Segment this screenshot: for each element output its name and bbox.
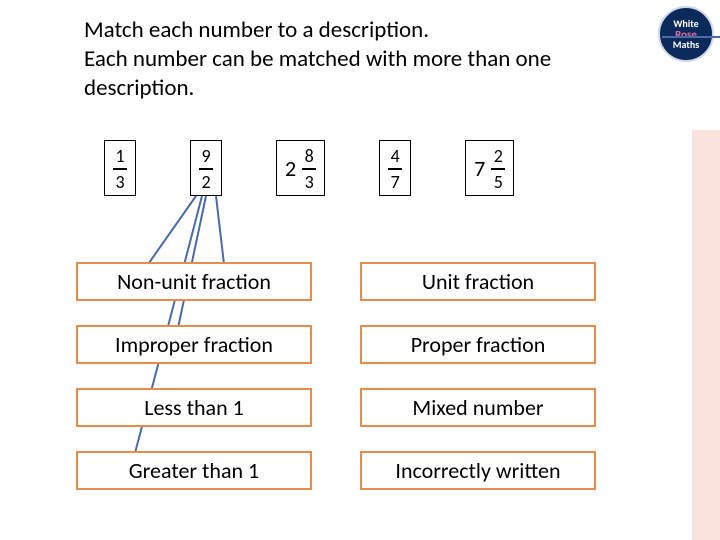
fraction-bar xyxy=(491,168,505,170)
fraction-bar xyxy=(113,168,127,170)
desc-less-than-1[interactable]: Less than 1 xyxy=(76,388,312,427)
desc-incorrectly-written[interactable]: Incorrectly written xyxy=(360,451,596,490)
desc-improper-fraction[interactable]: Improper fraction xyxy=(76,325,312,364)
fraction-3: 8 3 xyxy=(302,147,316,191)
fraction-4: 4 7 xyxy=(388,147,402,191)
fraction-2: 9 2 xyxy=(199,147,213,191)
logo-text-1: White xyxy=(673,19,698,29)
desc-non-unit-fraction[interactable]: Non-unit fraction xyxy=(76,262,312,301)
fraction-bar xyxy=(302,168,316,170)
fraction-box-5[interactable]: 7 2 5 xyxy=(465,140,514,196)
fraction-5: 2 5 xyxy=(491,147,505,191)
instruction-text: Match each number to a description. Each… xyxy=(84,16,624,102)
desc-unit-fraction[interactable]: Unit fraction xyxy=(360,262,596,301)
logo-text-3: Maths xyxy=(673,40,699,50)
instruction-line-2: Each number can be matched with more tha… xyxy=(84,45,624,103)
fraction-box-3[interactable]: 2 8 3 xyxy=(276,140,325,196)
desc-mixed-number[interactable]: Mixed number xyxy=(360,388,596,427)
fraction-box-1[interactable]: 1 3 xyxy=(104,140,136,196)
fraction-box-2[interactable]: 9 2 xyxy=(190,140,222,196)
whole-5: 7 xyxy=(474,155,485,182)
instruction-line-1: Match each number to a description. xyxy=(84,16,624,45)
fraction-row: 1 3 9 2 2 8 3 4 7 xyxy=(104,140,514,196)
desc-greater-than-1[interactable]: Greater than 1 xyxy=(76,451,312,490)
desc-proper-fraction[interactable]: Proper fraction xyxy=(360,325,596,364)
whole-3: 2 xyxy=(285,155,296,182)
fraction-bar xyxy=(199,168,213,170)
slide: White Rose Maths Match each number to a … xyxy=(0,0,720,540)
fraction-1: 1 3 xyxy=(113,147,127,191)
side-accent-strip xyxy=(692,130,720,540)
logo-underline xyxy=(662,36,720,38)
brand-logo: White Rose Maths xyxy=(658,6,714,62)
description-grid: Non-unit fraction Unit fraction Improper… xyxy=(76,262,596,490)
fraction-box-4[interactable]: 4 7 xyxy=(379,140,411,196)
fraction-bar xyxy=(388,168,402,170)
